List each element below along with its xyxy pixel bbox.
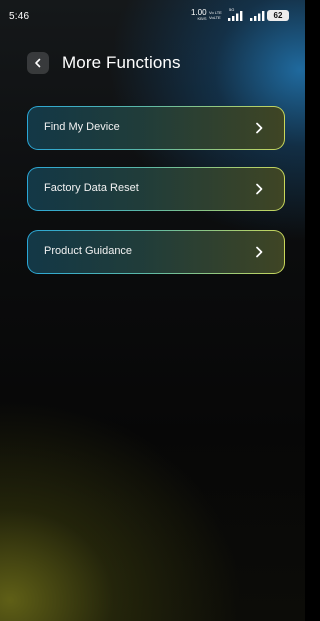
battery-level: 62 [273, 11, 283, 20]
menu-item-product-guidance[interactable]: Product Guidance [27, 230, 285, 274]
menu-item-label: Factory Data Reset [44, 182, 139, 194]
menu-item-factory-data-reset[interactable]: Factory Data Reset [27, 167, 285, 211]
network-speed-unit: KB/S [197, 16, 207, 21]
menu-item-label: Product Guidance [44, 245, 133, 257]
signal-bars-icon [250, 11, 265, 21]
status-bar: 5:46 1.00 KB/S Vo LTE VoLTE 5G 62 [0, 0, 305, 34]
page-title: More Functions [62, 53, 181, 72]
menu-item-find-my-device[interactable]: Find My Device [27, 106, 285, 150]
back-button[interactable] [27, 52, 49, 74]
chevron-left-icon [35, 58, 41, 68]
screen: 5:46 1.00 KB/S Vo LTE VoLTE 5G 62 More F… [0, 0, 305, 621]
status-time: 5:46 [9, 11, 30, 22]
volte-indicators: Vo LTE VoLTE [209, 10, 222, 20]
battery-indicator: 62 [267, 10, 289, 21]
chevron-right-icon [256, 122, 263, 134]
volte-indicator-2: VoLTE [209, 15, 221, 20]
chevron-right-icon [256, 183, 263, 195]
menu-item-label: Find My Device [44, 121, 120, 133]
chevron-right-icon [256, 246, 263, 258]
network-speed: 1.00 KB/S [191, 9, 207, 22]
signal-bars-icon [228, 11, 243, 21]
